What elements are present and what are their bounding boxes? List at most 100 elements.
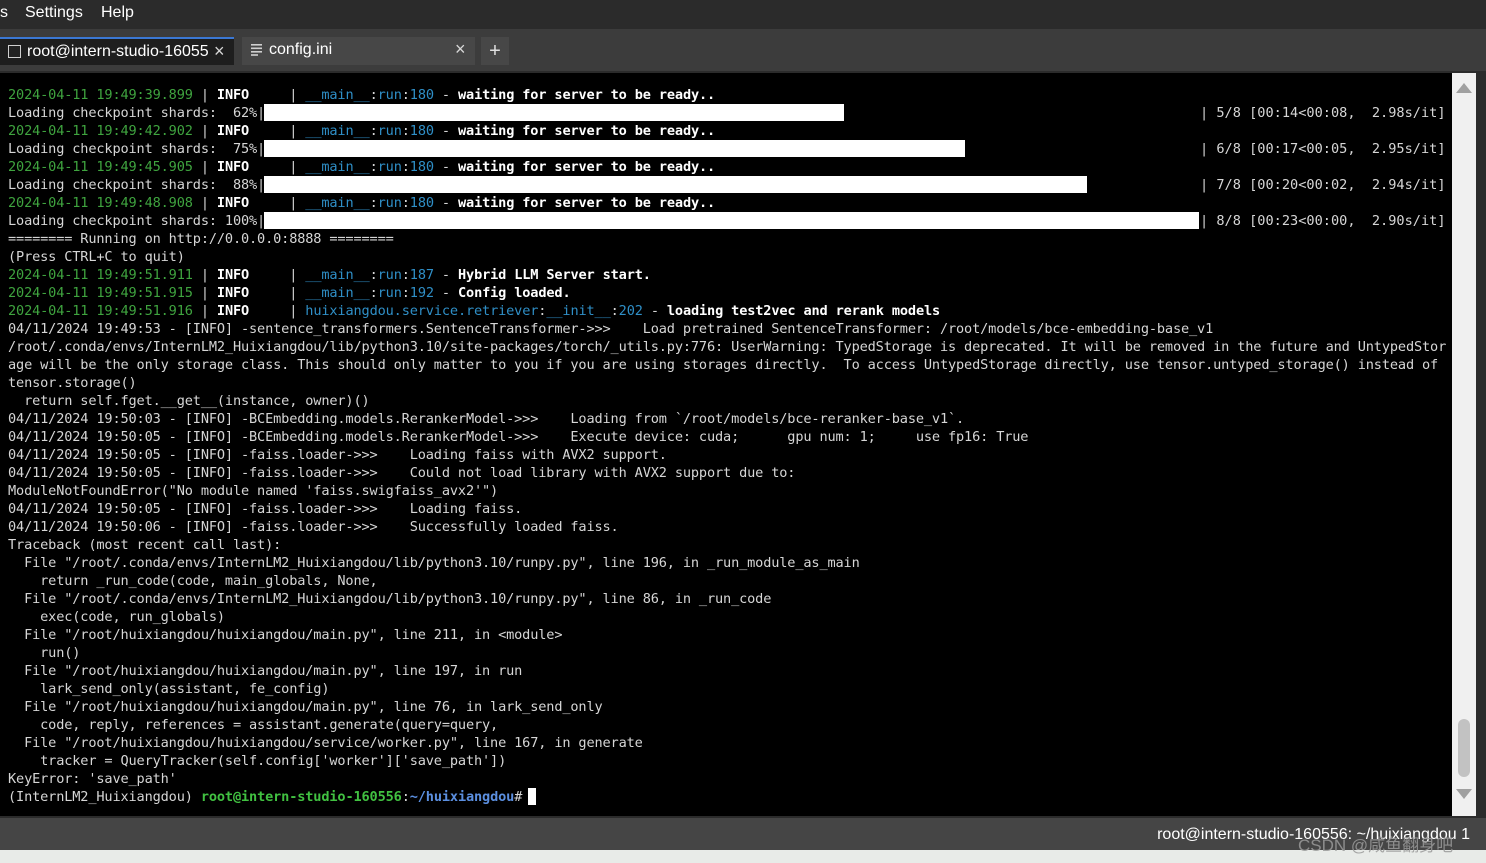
menu-item-s[interactable]: s — [0, 4, 8, 22]
terminal-line: 2024-04-11 19:49:39.899 | INFO | __main_… — [8, 86, 715, 104]
terminal-text: __main__ — [305, 87, 370, 103]
file-text-icon — [251, 44, 262, 56]
terminal-line: Loading checkpoint shards: 75%| — [8, 140, 265, 158]
terminal-text: File "/root/.conda/envs/InternLM2_Huixia… — [8, 591, 772, 607]
terminal-text: run — [377, 123, 402, 139]
terminal-text: INFO — [216, 303, 250, 319]
terminal-text: | — [192, 159, 217, 175]
terminal-text: | — [192, 303, 217, 319]
terminal-line: 04/11/2024 19:50:06 - [INFO] -faiss.load… — [8, 518, 619, 536]
terminal-output[interactable]: 2024-04-11 19:49:39.899 | INFO | __main_… — [0, 73, 1452, 816]
terminal-text: 180 — [409, 159, 434, 175]
scrollbar-thumb[interactable] — [1458, 719, 1470, 777]
terminal-line: tracker = QueryTracker(self.config['work… — [8, 752, 506, 770]
scroll-up-arrow-icon[interactable] — [1456, 83, 1472, 93]
terminal-text: waiting for server to be ready.. — [458, 159, 716, 175]
terminal-text: : — [401, 789, 410, 805]
menu-bar: s Settings Help — [0, 0, 1486, 29]
terminal-text: ~/huixiangdou — [409, 789, 515, 805]
terminal-line: tensor.storage() — [8, 374, 137, 392]
terminal-text: root@intern-studio-160556 — [200, 789, 402, 805]
terminal-text: INFO — [216, 285, 250, 301]
terminal-line: Loading checkpoint shards: 62%| — [8, 104, 265, 122]
tab-config-ini[interactable]: config.ini × — [242, 37, 475, 65]
terminal-line: File "/root/huixiangdou/huixiangdou/serv… — [8, 734, 643, 752]
terminal-text: - — [433, 159, 458, 175]
progress-stats: | 8/8 [00:23<00:00, 2.90s/it] — [1200, 213, 1446, 229]
terminal-text: (Press CTRL+C to quit) — [8, 249, 185, 265]
terminal-text: | — [192, 285, 217, 301]
terminal-line: 2024-04-11 19:49:42.902 | INFO | __main_… — [8, 122, 715, 140]
terminal-text: 04/11/2024 19:50:05 - [INFO] -BCEmbeddin… — [8, 429, 1029, 445]
terminal-text: Loading checkpoint shards: 62%| — [8, 105, 266, 121]
terminal-text: 180 — [409, 195, 434, 211]
terminal-text: 2024-04-11 19:49:51.916 — [8, 303, 193, 319]
new-tab-button[interactable]: + — [481, 37, 509, 65]
tab-terminal-label: root@intern-studio-16055 — [27, 43, 209, 60]
terminal-text: Loading checkpoint shards: 88%| — [8, 177, 266, 193]
terminal-text: : — [369, 123, 378, 139]
terminal-text: __main__ — [305, 159, 370, 175]
terminal-line: 2024-04-11 19:49:48.908 | INFO | __main_… — [8, 194, 715, 212]
close-icon[interactable]: × — [455, 39, 466, 60]
terminal-line: File "/root/.conda/envs/InternLM2_Huixia… — [8, 554, 860, 572]
terminal-text: waiting for server to be ready.. — [458, 87, 716, 103]
terminal-text: : — [401, 195, 410, 211]
terminal-text: return self.fget.__get__(instance, owner… — [8, 393, 370, 409]
terminal-text: INFO — [216, 159, 250, 175]
terminal-text: - — [433, 87, 458, 103]
terminal-text: | — [192, 123, 217, 139]
scroll-down-arrow-icon[interactable] — [1456, 789, 1472, 799]
terminal-text: 04/11/2024 19:50:05 - [INFO] -faiss.load… — [8, 447, 667, 463]
terminal-text: | — [249, 303, 306, 319]
terminal-line: 2024-04-11 19:49:51.916 | INFO | huixian… — [8, 302, 940, 320]
terminal-text: | — [249, 285, 306, 301]
terminal-text: huixiangdou.service.retriever — [305, 303, 539, 319]
terminal-text: | — [192, 87, 217, 103]
terminal-text: - — [433, 285, 458, 301]
terminal-text: 2024-04-11 19:49:45.905 — [8, 159, 193, 175]
terminal-text: : — [401, 123, 410, 139]
terminal-line: Loading checkpoint shards: 100%| — [8, 212, 265, 230]
close-icon[interactable]: × — [214, 41, 225, 62]
terminal-text: __main__ — [305, 195, 370, 211]
progress-stats: | 7/8 [00:20<00:02, 2.94s/it] — [1200, 177, 1446, 193]
terminal-text: run() — [8, 645, 81, 661]
terminal-text: File "/root/.conda/envs/InternLM2_Huixia… — [8, 555, 860, 571]
terminal-text: File "/root/huixiangdou/huixiangdou/main… — [8, 627, 563, 643]
terminal-line: 2024-04-11 19:49:51.915 | INFO | __main_… — [8, 284, 571, 302]
terminal-line: 04/11/2024 19:50:05 - [INFO] -faiss.load… — [8, 464, 796, 482]
terminal-text: 04/11/2024 19:50:06 - [INFO] -faiss.load… — [8, 519, 619, 535]
terminal-text: code, reply, references = assistant.gene… — [8, 717, 499, 733]
terminal-text: waiting for server to be ready.. — [458, 195, 716, 211]
terminal-line: 2024-04-11 19:49:51.911 | INFO | __main_… — [8, 266, 651, 284]
terminal-line: Traceback (most recent call last): — [8, 536, 281, 554]
terminal-line: code, reply, references = assistant.gene… — [8, 716, 498, 734]
terminal-text: - — [433, 267, 458, 283]
tab-bar: root@intern-studio-16055 × config.ini × … — [0, 29, 1486, 71]
terminal-text: 202 — [618, 303, 643, 319]
menu-item-settings[interactable]: Settings — [25, 4, 83, 22]
terminal-line: File "/root/huixiangdou/huixiangdou/main… — [8, 662, 522, 680]
terminal-text: File "/root/huixiangdou/huixiangdou/main… — [8, 699, 603, 715]
terminal-line: /root/.conda/envs/InternLM2_Huixiangdou/… — [8, 338, 1446, 356]
tab-terminal[interactable]: root@intern-studio-16055 × — [0, 37, 234, 65]
terminal-text: INFO — [216, 87, 250, 103]
terminal-text: | — [192, 195, 217, 211]
progress-bar-fill — [264, 104, 844, 121]
terminal-text: Hybrid LLM Server start. — [458, 267, 651, 283]
terminal-text: 2024-04-11 19:49:39.899 — [8, 87, 193, 103]
vertical-scrollbar[interactable] — [1452, 73, 1476, 816]
terminal-text: 04/11/2024 19:50:05 - [INFO] -faiss.load… — [8, 465, 796, 481]
terminal-text: : — [401, 87, 410, 103]
terminal-line: lark_send_only(assistant, fe_config) — [8, 680, 329, 698]
terminal-text: : — [610, 303, 619, 319]
terminal-text: INFO — [216, 195, 250, 211]
terminal-text: run — [377, 267, 402, 283]
menu-item-help[interactable]: Help — [101, 4, 134, 22]
terminal-text: __main__ — [305, 267, 370, 283]
terminal-line: File "/root/huixiangdou/huixiangdou/main… — [8, 698, 603, 716]
terminal-text: - — [433, 123, 458, 139]
terminal-text: File "/root/huixiangdou/huixiangdou/main… — [8, 663, 523, 679]
terminal-line: Loading checkpoint shards: 88%| — [8, 176, 265, 194]
